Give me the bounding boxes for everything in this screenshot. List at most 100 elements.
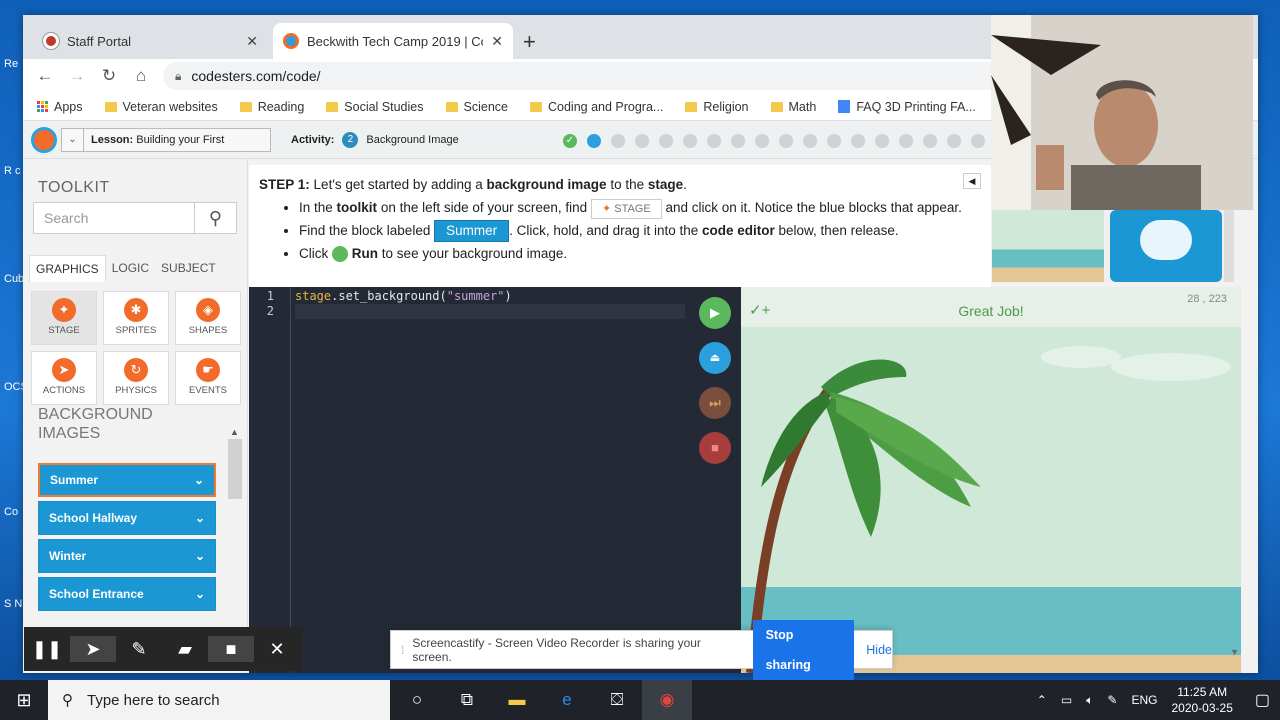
pen-workspace-icon[interactable]: ✎ bbox=[1107, 693, 1117, 707]
progress-dot[interactable] bbox=[731, 134, 745, 148]
taskbar-search-input[interactable]: Type here to search bbox=[87, 692, 220, 709]
toolkit-scrollbar[interactable] bbox=[228, 439, 242, 499]
block-winter[interactable]: Winter ⌄ bbox=[38, 539, 216, 573]
edge-icon[interactable]: e bbox=[542, 690, 592, 710]
category-sprites[interactable]: ✱ SPRITES bbox=[103, 291, 169, 345]
progress-dot[interactable] bbox=[947, 134, 961, 148]
bookmark-veteran-websites[interactable]: Veteran websites bbox=[104, 100, 218, 114]
desktop-icon-label[interactable]: Cub bbox=[4, 273, 24, 285]
progress-dot[interactable] bbox=[683, 134, 697, 148]
block-summer[interactable]: Summer ⌄ bbox=[38, 463, 216, 497]
reload-icon[interactable]: ↻ bbox=[93, 66, 125, 86]
bookmark-reading[interactable]: Reading bbox=[239, 100, 304, 114]
category-shapes[interactable]: ◈ SHAPES bbox=[175, 291, 241, 345]
notification-icon[interactable]: ▢ bbox=[1255, 690, 1270, 710]
scroll-down-icon[interactable]: ▼ bbox=[1230, 647, 1239, 657]
search-icon[interactable]: ⚲ bbox=[194, 203, 236, 233]
stop-button[interactable]: ■ bbox=[699, 432, 731, 464]
progress-dot[interactable] bbox=[587, 134, 601, 148]
chevron-down-icon[interactable]: ⌄ bbox=[62, 129, 84, 151]
store-icon[interactable]: ⛋ bbox=[592, 690, 642, 710]
bookmark-apps[interactable]: Apps bbox=[37, 100, 83, 114]
desktop-icon-label[interactable]: OCS bbox=[4, 381, 24, 393]
desktop-icon-label[interactable]: Co bbox=[4, 506, 24, 518]
camera-icon[interactable]: ■ bbox=[208, 636, 254, 662]
category-actions[interactable]: ➤ ACTIONS bbox=[31, 351, 97, 405]
code-line-active[interactable] bbox=[295, 304, 685, 319]
progress-dot[interactable] bbox=[851, 134, 865, 148]
file-explorer-icon[interactable]: ▬ bbox=[492, 690, 542, 710]
desktop-icon-label[interactable]: Re bbox=[4, 58, 24, 70]
tab-logic[interactable]: LOGIC bbox=[106, 255, 155, 282]
progress-dot[interactable] bbox=[899, 134, 913, 148]
progress-dot[interactable] bbox=[635, 134, 649, 148]
taskbar-search[interactable]: ⚲ Type here to search bbox=[48, 680, 390, 720]
codesters-logo-thumbnail[interactable] bbox=[1110, 210, 1222, 282]
progress-dot[interactable] bbox=[827, 134, 841, 148]
tab-codesters[interactable]: Beckwith Tech Camp 2019 | Code ✕ bbox=[273, 23, 513, 59]
tab-subject[interactable]: SUBJECT bbox=[155, 255, 222, 282]
forward-icon[interactable]: → bbox=[61, 66, 93, 86]
lesson-selector[interactable]: ⌄ Lesson: Building your First bbox=[61, 128, 271, 152]
block-school-hallway[interactable]: School Hallway ⌄ bbox=[38, 501, 216, 535]
progress-dot[interactable] bbox=[659, 134, 673, 148]
category-physics[interactable]: ↻ PHYSICS bbox=[103, 351, 169, 405]
progress-dot[interactable] bbox=[875, 134, 889, 148]
tab-graphics[interactable]: GRAPHICS bbox=[29, 255, 106, 282]
audio-icon[interactable]: ◀︎ bbox=[963, 173, 981, 189]
thumbnail-scrollbar[interactable] bbox=[1224, 210, 1234, 282]
bookmark-faq-3d-printing[interactable]: FAQ 3D Printing FA... bbox=[838, 100, 976, 114]
bookmark-social-studies[interactable]: Social Studies bbox=[326, 100, 424, 114]
language-indicator[interactable]: ENG bbox=[1131, 693, 1157, 707]
scroll-up-icon[interactable]: ▲ bbox=[230, 427, 239, 437]
pen-icon[interactable]: ✎ bbox=[116, 639, 162, 660]
tab-staff-portal[interactable]: Staff Portal ✕ bbox=[33, 23, 268, 59]
desktop-icon-label[interactable]: S N bbox=[4, 598, 24, 610]
stage-preview[interactable]: ✓+ Great Job! 28 , 223 ▼ bbox=[741, 287, 1241, 673]
stop-sharing-button[interactable]: Stop sharing bbox=[752, 619, 855, 680]
home-icon[interactable]: ⌂ bbox=[125, 66, 157, 86]
pause-icon[interactable]: ❚❚ bbox=[24, 639, 70, 660]
share-upload-button[interactable]: ⏏ bbox=[699, 342, 731, 374]
code-lines[interactable]: stage.set_background("summer") bbox=[295, 289, 685, 319]
cortana-icon[interactable]: ○ bbox=[392, 690, 442, 710]
new-tab-button[interactable]: + bbox=[523, 29, 536, 55]
run-button[interactable]: ▶ bbox=[699, 297, 731, 329]
progress-dot[interactable]: ✓ bbox=[563, 134, 577, 148]
toolkit-search[interactable]: Search ⚲ bbox=[33, 202, 237, 234]
codesters-logo-icon[interactable] bbox=[31, 127, 57, 153]
eraser-icon[interactable]: ▰ bbox=[162, 639, 208, 660]
chevron-up-icon[interactable]: ⌃ bbox=[1037, 693, 1047, 707]
step-forward-button[interactable]: ⏭ bbox=[699, 387, 731, 419]
progress-dot[interactable] bbox=[755, 134, 769, 148]
progress-dot[interactable] bbox=[779, 134, 793, 148]
category-events[interactable]: ☛ EVENTS bbox=[175, 351, 241, 405]
desktop-icon-label[interactable]: R c bbox=[4, 165, 24, 177]
volume-icon[interactable]: 🔈︎ bbox=[1086, 693, 1093, 708]
drag-handle-icon[interactable]: ⁞ bbox=[401, 643, 404, 657]
bookmark-science[interactable]: Science bbox=[445, 100, 508, 114]
progress-dot[interactable] bbox=[923, 134, 937, 148]
battery-icon[interactable]: ▭ bbox=[1061, 693, 1072, 707]
summer-thumbnail[interactable] bbox=[992, 210, 1104, 282]
category-stage[interactable]: ✦ STAGE bbox=[31, 291, 97, 345]
close-tab-icon[interactable]: ✕ bbox=[491, 33, 503, 50]
pointer-icon[interactable]: ➤ bbox=[70, 636, 116, 662]
close-tab-icon[interactable]: ✕ bbox=[246, 33, 258, 50]
task-view-icon[interactable]: ⧉ bbox=[442, 690, 492, 710]
progress-dot[interactable] bbox=[971, 134, 985, 148]
chrome-icon[interactable]: ◉ bbox=[642, 680, 692, 720]
progress-dot[interactable] bbox=[611, 134, 625, 148]
windows-start-icon[interactable]: ⊞ bbox=[0, 690, 48, 711]
close-icon[interactable]: ✕ bbox=[254, 639, 300, 660]
progress-dot[interactable] bbox=[707, 134, 721, 148]
progress-dot[interactable] bbox=[803, 134, 817, 148]
bookmark-coding[interactable]: Coding and Progra... bbox=[529, 100, 663, 114]
hide-button[interactable]: Hide bbox=[866, 643, 892, 657]
bookmark-religion[interactable]: Religion bbox=[685, 100, 749, 114]
bookmark-math[interactable]: Math bbox=[770, 100, 816, 114]
search-input[interactable]: Search bbox=[34, 203, 194, 233]
back-icon[interactable]: ← bbox=[29, 66, 61, 86]
clock[interactable]: 11:25 AM 2020-03-25 bbox=[1171, 684, 1232, 716]
block-school-entrance[interactable]: School Entrance ⌄ bbox=[38, 577, 216, 611]
